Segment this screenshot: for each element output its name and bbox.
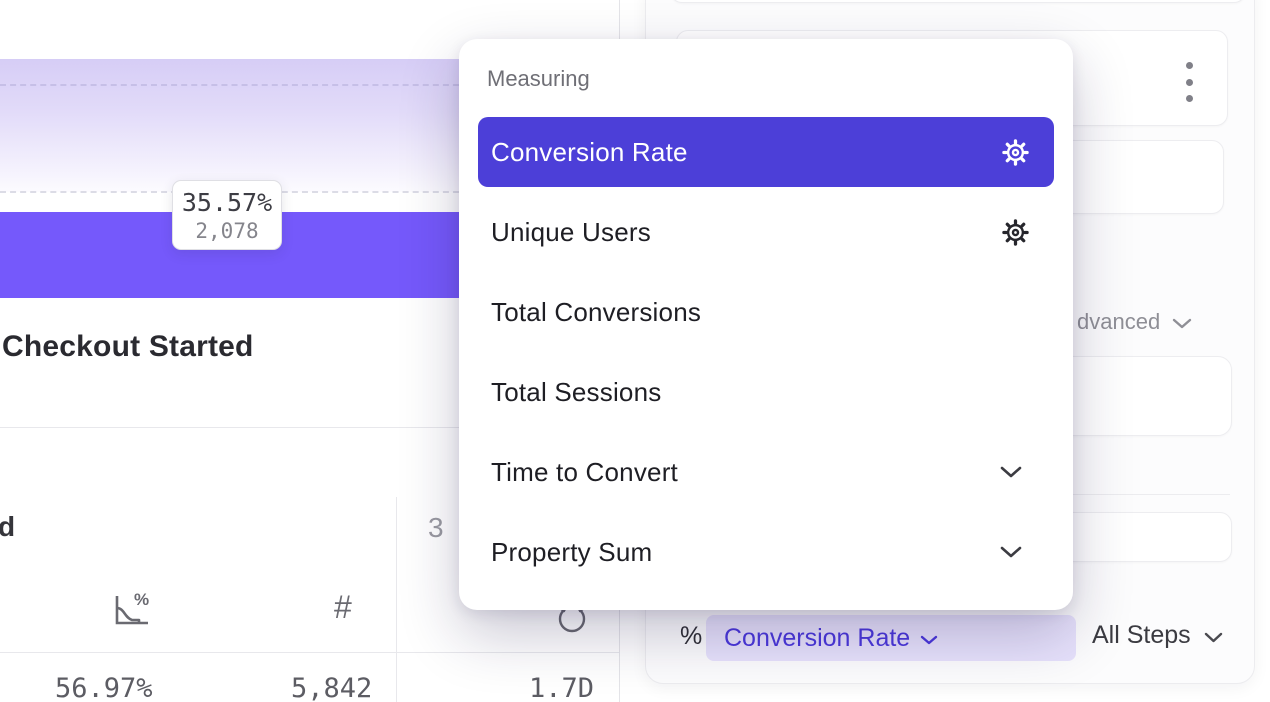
menu-item-unique-users[interactable]: Unique Users — [478, 197, 1054, 267]
menu-item-time-to-convert[interactable]: Time to Convert — [478, 437, 1054, 507]
tooltip-count: 2,078 — [195, 219, 258, 243]
tooltip-conversion-rate: 35.57% — [182, 188, 272, 217]
chevron-down-icon — [1000, 466, 1022, 479]
chevron-down-icon — [1204, 632, 1223, 644]
table-row-divider — [0, 652, 620, 653]
bar-value-tooltip: 35.57% 2,078 — [172, 180, 282, 250]
chevron-down-icon — [920, 635, 938, 646]
funnel-step-title: Checkout Started — [2, 330, 254, 364]
table-column-divider — [396, 497, 397, 702]
steps-selector[interactable]: All Steps — [1092, 621, 1223, 650]
measurement-chip-label: Conversion Rate — [724, 624, 910, 653]
menu-item-property-sum[interactable]: Property Sum — [478, 517, 1054, 587]
svg-text:%: % — [134, 590, 149, 609]
percent-symbol: % — [680, 622, 702, 651]
advanced-toggle[interactable]: dvanced — [1077, 309, 1192, 335]
gear-icon[interactable] — [1001, 138, 1030, 167]
hash-icon: # — [334, 589, 352, 626]
cell-count: 5,842 — [291, 673, 372, 702]
cell-avg-time: 1.7D — [529, 673, 594, 702]
menu-item-conversion-rate[interactable]: Conversion Rate — [478, 117, 1054, 187]
next-step-number: 3 — [428, 512, 444, 544]
advanced-label: dvanced — [1077, 309, 1160, 335]
cell-conversion-rate: 56.97% — [55, 673, 153, 702]
steps-selector-label: All Steps — [1092, 621, 1191, 650]
table-truncated-header: d — [0, 511, 15, 543]
measuring-menu-label: Measuring — [487, 66, 590, 92]
menu-item-total-conversions[interactable]: Total Conversions — [478, 277, 1054, 347]
conversion-rate-chart-icon: % — [110, 590, 152, 635]
measuring-dropdown: Measuring Conversion Rate Unique Users — [459, 39, 1073, 610]
funnel-analytics-screen: 35.57% 2,078 Checkout Started d 3 % # — [0, 0, 1270, 702]
gear-icon[interactable] — [1001, 218, 1030, 247]
chevron-down-icon — [1000, 546, 1022, 559]
measurement-chip[interactable]: Conversion Rate — [706, 615, 1076, 661]
menu-item-total-sessions[interactable]: Total Sessions — [478, 357, 1054, 427]
kebab-menu-icon[interactable] — [1181, 62, 1197, 102]
query-row-card-top[interactable] — [670, 0, 1246, 3]
chevron-down-icon — [1172, 318, 1192, 330]
